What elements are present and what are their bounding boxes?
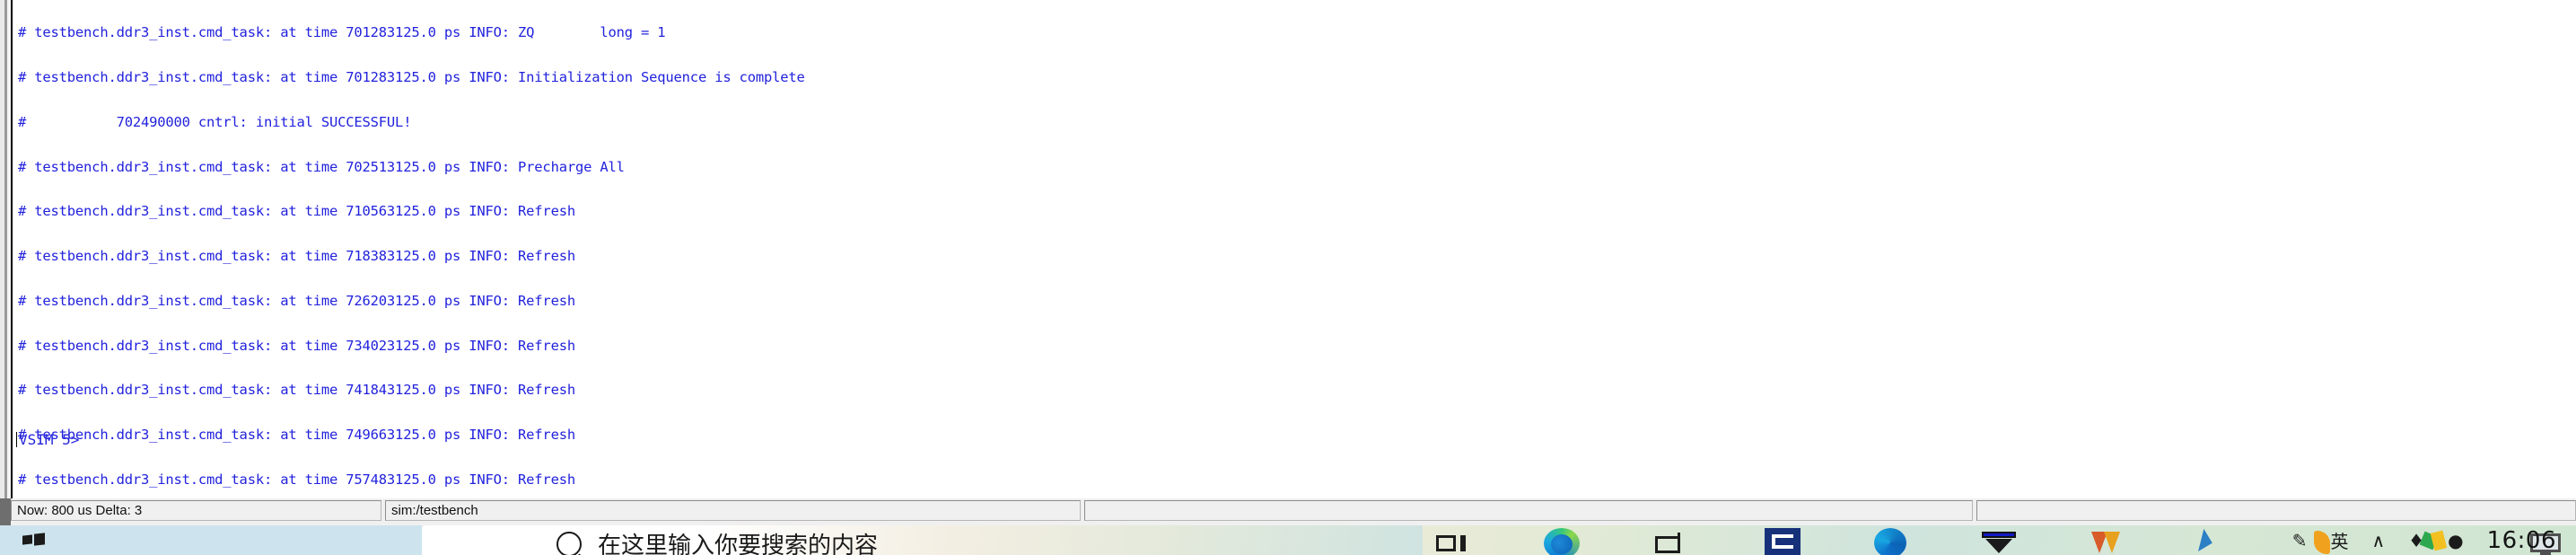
log-line: # testbench.ddr3_inst.cmd_task: at time … [18,427,575,444]
log-line: # testbench.ddr3_inst.cmd_task: at time … [18,248,575,265]
log-line: # testbench.ddr3_inst.cmd_task: at time … [18,292,575,309]
windows-logo-icon-b [34,533,45,546]
network-icon[interactable]: ● [2448,530,2463,551]
mail-icon[interactable] [1980,528,2018,555]
edge-browser-icon[interactable] [1544,528,1580,555]
transcript-pane[interactable]: # testbench.ddr3_inst.cmd_task: at time … [11,0,2576,498]
search-icon [556,531,582,555]
windows-logo-icon [22,534,32,545]
prompt-label: VSIM 5> [19,430,80,448]
transcript-log: # testbench.ddr3_inst.cmd_task: at time … [13,0,2576,498]
system-tray: ✎ 英 ∧ ♦ ● 16:06 [2292,525,2576,555]
log-line: # testbench.ddr3_inst.cmd_task: at time … [18,471,575,488]
modelsim-window: # testbench.ddr3_inst.cmd_task: at time … [0,0,2576,555]
log-line: # testbench.ddr3_inst.cmd_task: at time … [18,382,575,399]
task-view-icon[interactable] [1436,528,1470,551]
wps-office-icon[interactable] [2091,528,2122,555]
log-line: # testbench.ddr3_inst.cmd_task: at time … [18,203,575,220]
vivado-icon[interactable] [1765,528,1801,555]
log-line: # 702490000 cntrl: initial SUCCESSFUL! [18,113,412,130]
log-line: # testbench.ddr3_inst.cmd_task: at time … [18,24,666,41]
volume-icon[interactable]: ♦ [2408,530,2424,551]
command-prompt-row[interactable]: VSIM 5> [13,429,79,449]
log-line: # testbench.ddr3_inst.cmd_task: at time … [18,158,625,175]
input-method-icon[interactable]: 英 [2331,527,2349,553]
text-caret [16,431,17,447]
status-right [1976,500,2576,521]
file-explorer-icon[interactable] [1653,528,1691,555]
taskbar-clock[interactable]: 16:06 [2487,527,2556,554]
pen-icon[interactable]: ✎ [2292,530,2308,551]
taskbar-search[interactable]: 在这里输入你要搜索的内容 [556,527,878,555]
window-gutter-dark [0,498,11,525]
taskbar-left-region [0,525,422,555]
chevron-up-icon[interactable]: ∧ [2372,530,2386,551]
log-line: # testbench.ddr3_inst.cmd_task: at time … [18,68,805,85]
status-bar: Now: 800 us Delta: 3 sim:/testbench [11,498,2576,521]
status-now-delta: Now: 800 us Delta: 3 [11,500,381,521]
windows-taskbar: 在这里输入你要搜索的内容 ✎ 英 ∧ ♦ ● 16:06 [0,525,2576,555]
cursor-app-icon[interactable] [2195,528,2233,555]
start-button[interactable] [22,531,46,552]
status-sim-context: sim:/testbench [385,500,1081,521]
edge-secondary-icon[interactable] [1874,528,1906,555]
status-middle [1084,500,1973,521]
search-input[interactable]: 在这里输入你要搜索的内容 [598,527,878,555]
log-line: # testbench.ddr3_inst.cmd_task: at time … [18,337,575,354]
